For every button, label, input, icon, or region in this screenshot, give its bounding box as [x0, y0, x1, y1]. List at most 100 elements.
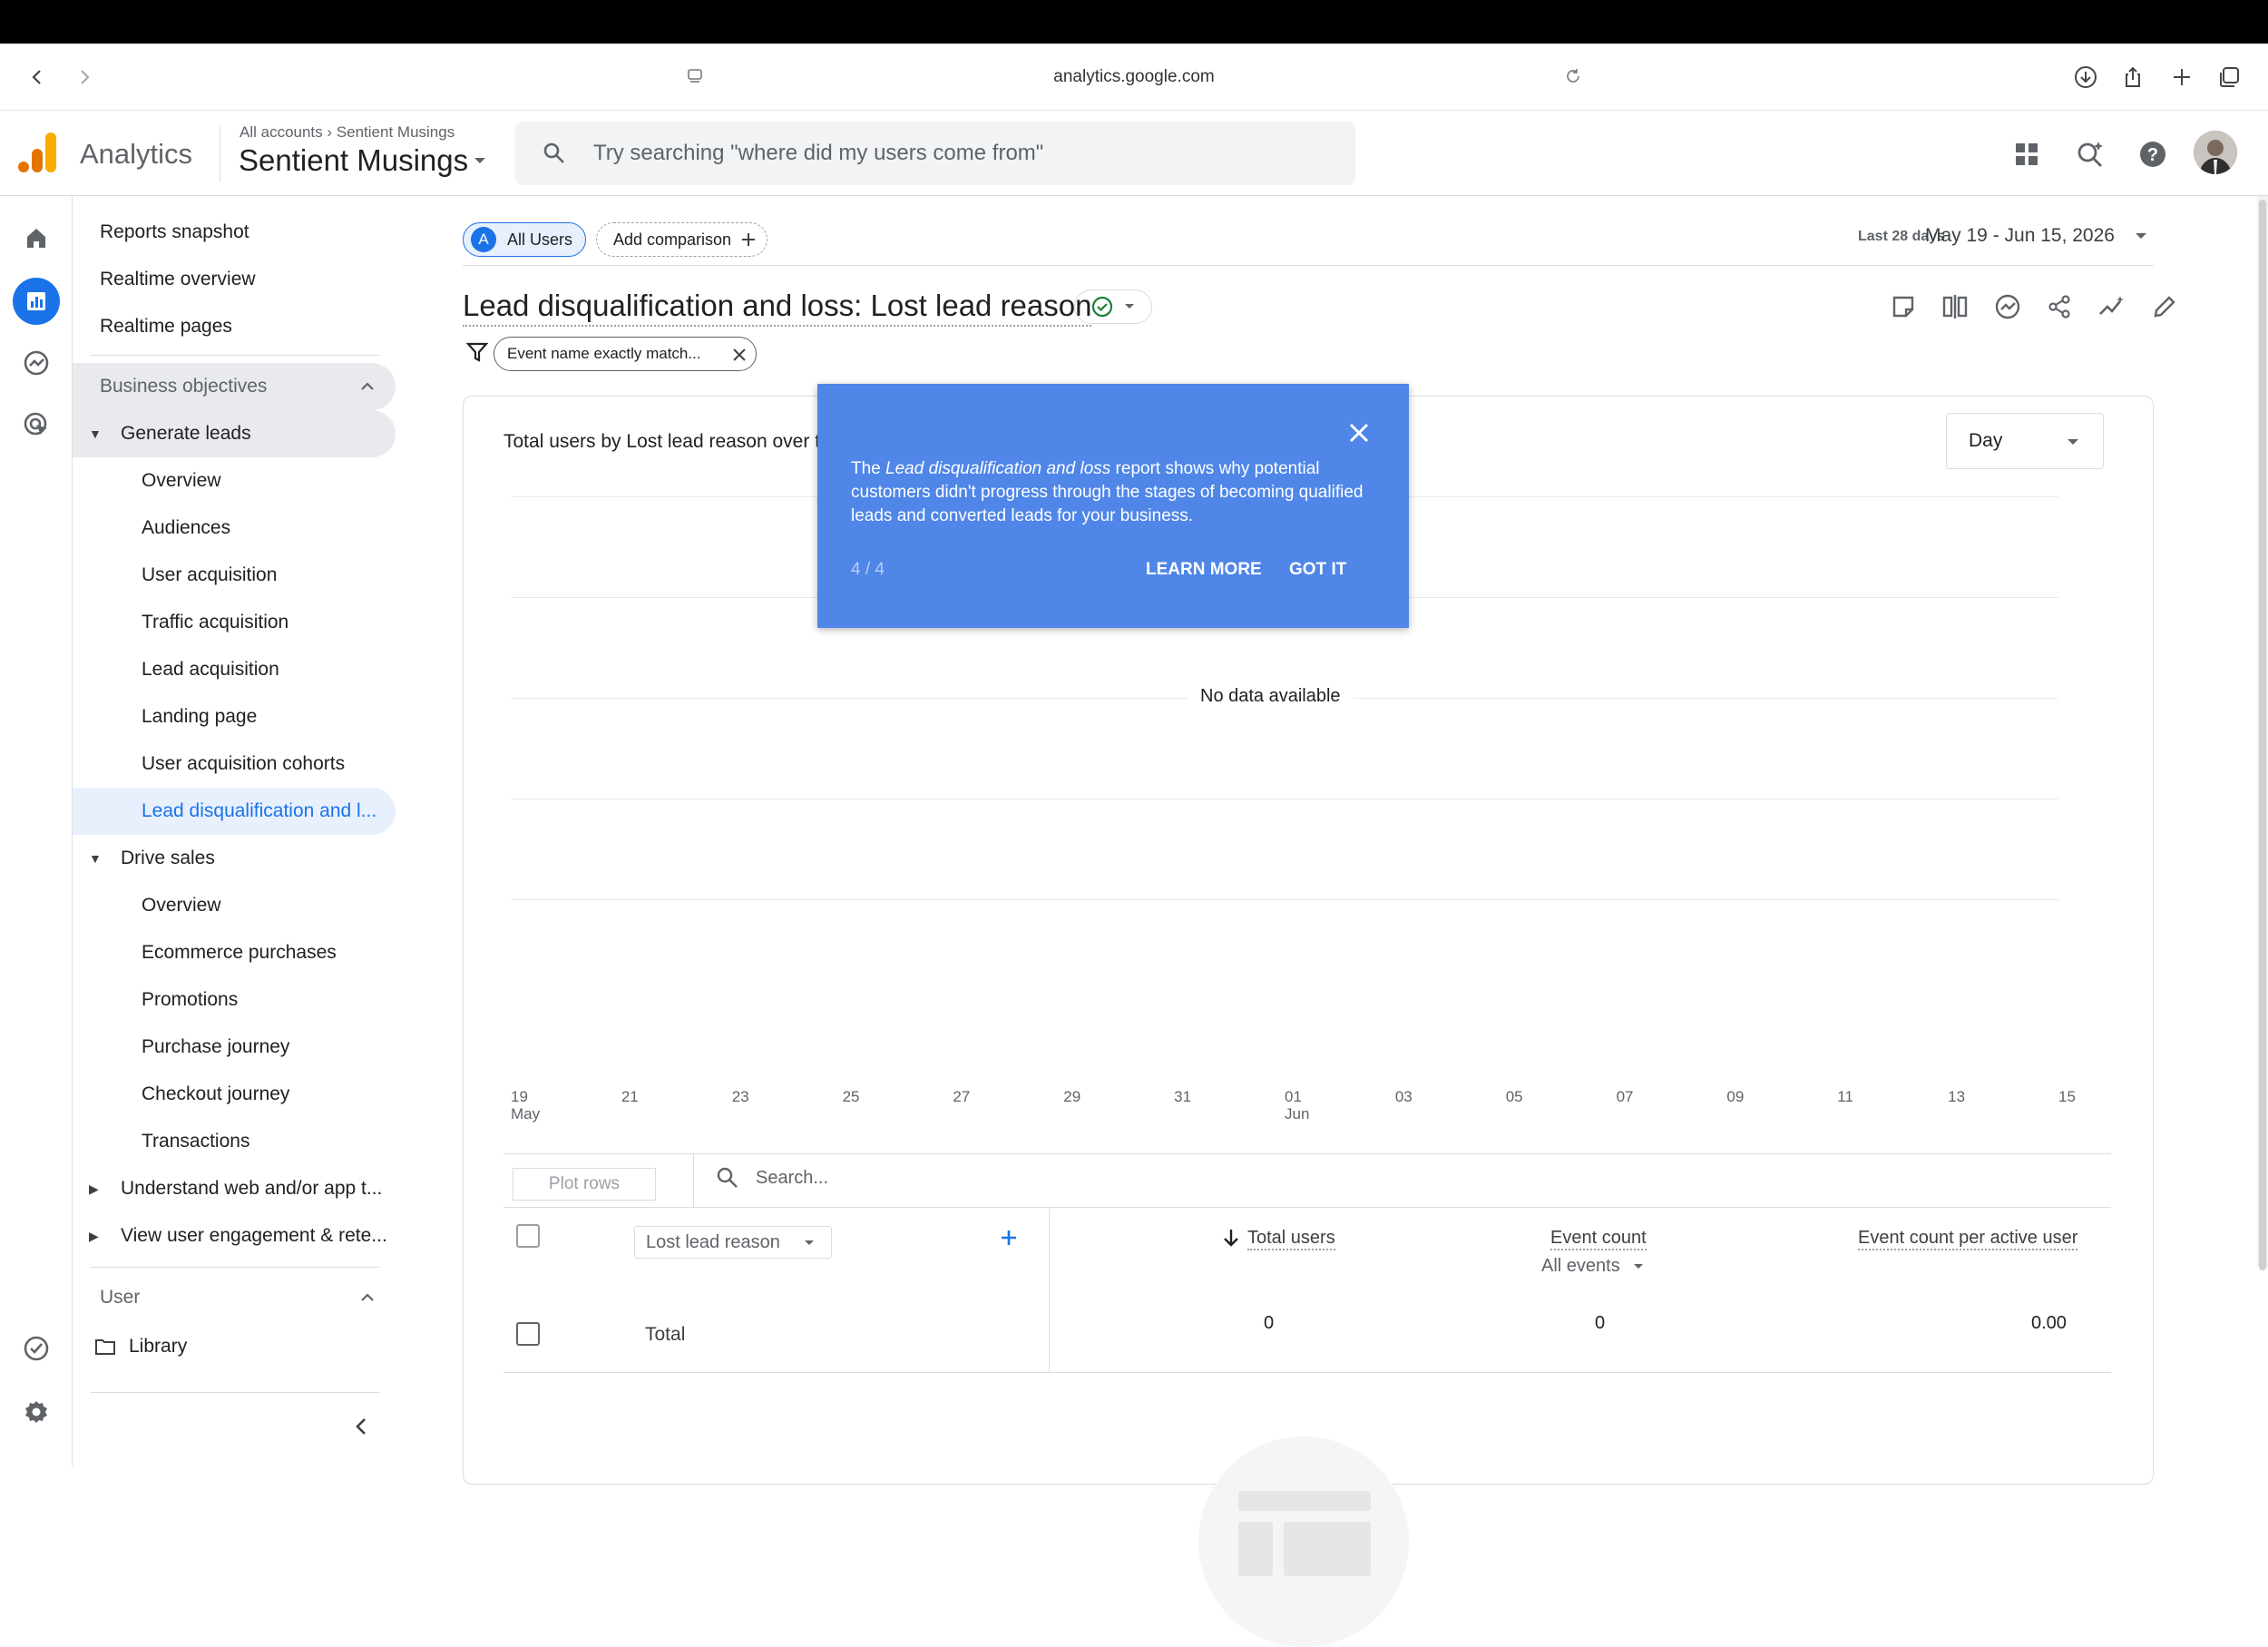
- nav-ds-overview[interactable]: Overview: [73, 882, 396, 929]
- browser-toolbar: analytics.google.com: [0, 44, 2268, 111]
- tooltip-text-start: The: [851, 459, 886, 478]
- dimension-selector[interactable]: Lost lead reason: [634, 1226, 832, 1259]
- select-all-checkbox[interactable]: [516, 1224, 540, 1248]
- share-report-icon[interactable]: [2041, 289, 2077, 325]
- report-title: Lead disqualification and loss: Lost lea…: [463, 289, 1092, 327]
- nav-gl-lead-disqualification[interactable]: Lead disqualification and l...: [73, 788, 396, 835]
- nav-group-label: Drive sales: [121, 848, 215, 868]
- help-icon[interactable]: ?: [2135, 136, 2171, 172]
- edit-pencil-icon[interactable]: [2146, 289, 2183, 325]
- x-tick-label: 07: [1616, 1088, 1634, 1105]
- back-icon[interactable]: [24, 64, 51, 91]
- collapse-nav-icon[interactable]: [352, 1416, 370, 1442]
- date-range-picker[interactable]: May 19 - Jun 15, 2026: [1925, 225, 2147, 247]
- download-icon[interactable]: [2072, 64, 2099, 91]
- sort-descending-icon[interactable]: [1222, 1228, 1240, 1248]
- breadcrumb-leaf[interactable]: Sentient Musings: [337, 123, 455, 141]
- reload-icon[interactable]: [1564, 67, 1582, 91]
- account-selector[interactable]: Sentient Musings: [239, 143, 486, 178]
- got-it-button[interactable]: GOT IT: [1289, 560, 1346, 580]
- anomaly-trend-icon[interactable]: [2094, 289, 2130, 325]
- empty-table-illustration: [1198, 1436, 1409, 1647]
- nav-divider: [91, 1267, 379, 1268]
- tabs-overview-icon[interactable]: [2215, 64, 2243, 91]
- apps-grid-icon[interactable]: [2009, 136, 2045, 172]
- account-dropdown-icon: [474, 158, 486, 163]
- share-icon[interactable]: [2119, 64, 2146, 91]
- nav-user-engagement[interactable]: ▶ View user engagement & rete...: [73, 1212, 396, 1260]
- nav-ds-purchase-journey[interactable]: Purchase journey: [73, 1024, 396, 1071]
- granularity-select[interactable]: Day: [1946, 413, 2104, 469]
- table-divider: [693, 1154, 694, 1207]
- table-search-placeholder: Search...: [756, 1167, 829, 1188]
- column-event-count-per-active-user[interactable]: Event count per active user: [1858, 1228, 2078, 1250]
- search-insights-icon[interactable]: [2072, 136, 2108, 172]
- chart-gridline: [511, 899, 2058, 900]
- admin-checklist-icon[interactable]: [13, 1325, 60, 1372]
- nav-gl-landing-page[interactable]: Landing page: [73, 693, 396, 740]
- advertising-icon[interactable]: [13, 401, 60, 448]
- nav-gl-audiences[interactable]: Audiences: [73, 505, 396, 552]
- nav-gl-user-acquisition[interactable]: User acquisition: [73, 552, 396, 599]
- column-event-count[interactable]: Event count: [1550, 1228, 1647, 1250]
- home-icon[interactable]: [13, 214, 60, 261]
- event-filter-value: All events: [1541, 1256, 1620, 1276]
- table-divider: [503, 1153, 2111, 1154]
- column-total-users[interactable]: Total users: [1247, 1228, 1335, 1250]
- nav-gl-user-acquisition-cohorts[interactable]: User acquisition cohorts: [73, 740, 396, 788]
- nav-ds-ecommerce-purchases[interactable]: Ecommerce purchases: [73, 929, 396, 976]
- compare-icon[interactable]: [1937, 289, 1973, 325]
- no-data-message: No data available: [1188, 686, 1354, 707]
- nav-section-business-objectives[interactable]: Business objectives: [73, 363, 396, 410]
- nav-section-user[interactable]: User: [73, 1274, 396, 1321]
- nav-library-label: Library: [129, 1336, 188, 1357]
- report-status-menu[interactable]: [1074, 289, 1152, 324]
- caret-right-icon: ▶: [89, 1181, 99, 1196]
- settings-gear-icon[interactable]: [13, 1388, 60, 1436]
- total-row-checkbox[interactable]: [516, 1322, 540, 1346]
- nav-library[interactable]: Library: [73, 1323, 396, 1370]
- insights-icon[interactable]: [1989, 289, 2026, 325]
- segment-chip[interactable]: A All Users: [463, 222, 586, 257]
- new-tab-icon[interactable]: [2168, 64, 2195, 91]
- explore-icon[interactable]: [13, 339, 60, 387]
- breadcrumb[interactable]: All accounts › Sentient Musings: [240, 123, 455, 142]
- avatar[interactable]: [2194, 131, 2237, 174]
- url-text: analytics.google.com: [1053, 67, 1215, 86]
- learn-more-button[interactable]: LEARN MORE: [1146, 560, 1262, 580]
- scrollbar-thumb[interactable]: [2259, 200, 2266, 1270]
- table-search[interactable]: Search...: [716, 1166, 828, 1190]
- add-comparison-button[interactable]: Add comparison: [596, 222, 767, 257]
- remove-filter-icon[interactable]: [732, 348, 747, 362]
- filter-chip[interactable]: Event name exactly match...: [494, 337, 757, 371]
- nav-reports-snapshot[interactable]: Reports snapshot: [73, 209, 396, 256]
- nav-section-label: User: [100, 1287, 141, 1308]
- nav-generate-leads[interactable]: ▼ Generate leads: [73, 410, 396, 457]
- nav-ds-transactions[interactable]: Transactions: [73, 1118, 396, 1165]
- nav-gl-lead-acquisition[interactable]: Lead acquisition: [73, 646, 396, 693]
- nav-realtime-pages[interactable]: Realtime pages: [73, 303, 396, 350]
- close-icon[interactable]: [1347, 421, 1371, 445]
- nav-gl-overview[interactable]: Overview: [73, 457, 396, 505]
- nav-understand-web-app[interactable]: ▶ Understand web and/or app t...: [73, 1165, 396, 1212]
- nav-ds-promotions[interactable]: Promotions: [73, 976, 396, 1024]
- add-dimension-icon[interactable]: [999, 1228, 1019, 1252]
- search-bar[interactable]: Try searching "where did my users come f…: [515, 122, 1355, 185]
- total-users-value: 0: [1264, 1313, 1275, 1333]
- page-menu-icon[interactable]: [686, 67, 704, 91]
- segment-badge: A: [471, 227, 496, 252]
- nav-ds-checkout-journey[interactable]: Checkout journey: [73, 1071, 396, 1118]
- x-tick-label: 11: [1837, 1088, 1853, 1105]
- breadcrumb-root[interactable]: All accounts: [240, 123, 323, 141]
- nav-realtime-overview[interactable]: Realtime overview: [73, 256, 396, 303]
- plot-rows-button[interactable]: Plot rows: [513, 1168, 656, 1201]
- event-filter-selector[interactable]: All events: [1541, 1256, 1644, 1277]
- analytics-logo-icon[interactable]: [18, 131, 58, 174]
- address-bar[interactable]: analytics.google.com: [671, 56, 1597, 98]
- add-note-icon[interactable]: [1885, 289, 1921, 325]
- tooltip-text-report-name: Lead disqualification and loss: [885, 459, 1111, 478]
- reports-icon[interactable]: [13, 278, 60, 325]
- nav-drive-sales[interactable]: ▼ Drive sales: [73, 835, 396, 882]
- forward-icon[interactable]: [71, 64, 98, 91]
- nav-gl-traffic-acquisition[interactable]: Traffic acquisition: [73, 599, 396, 646]
